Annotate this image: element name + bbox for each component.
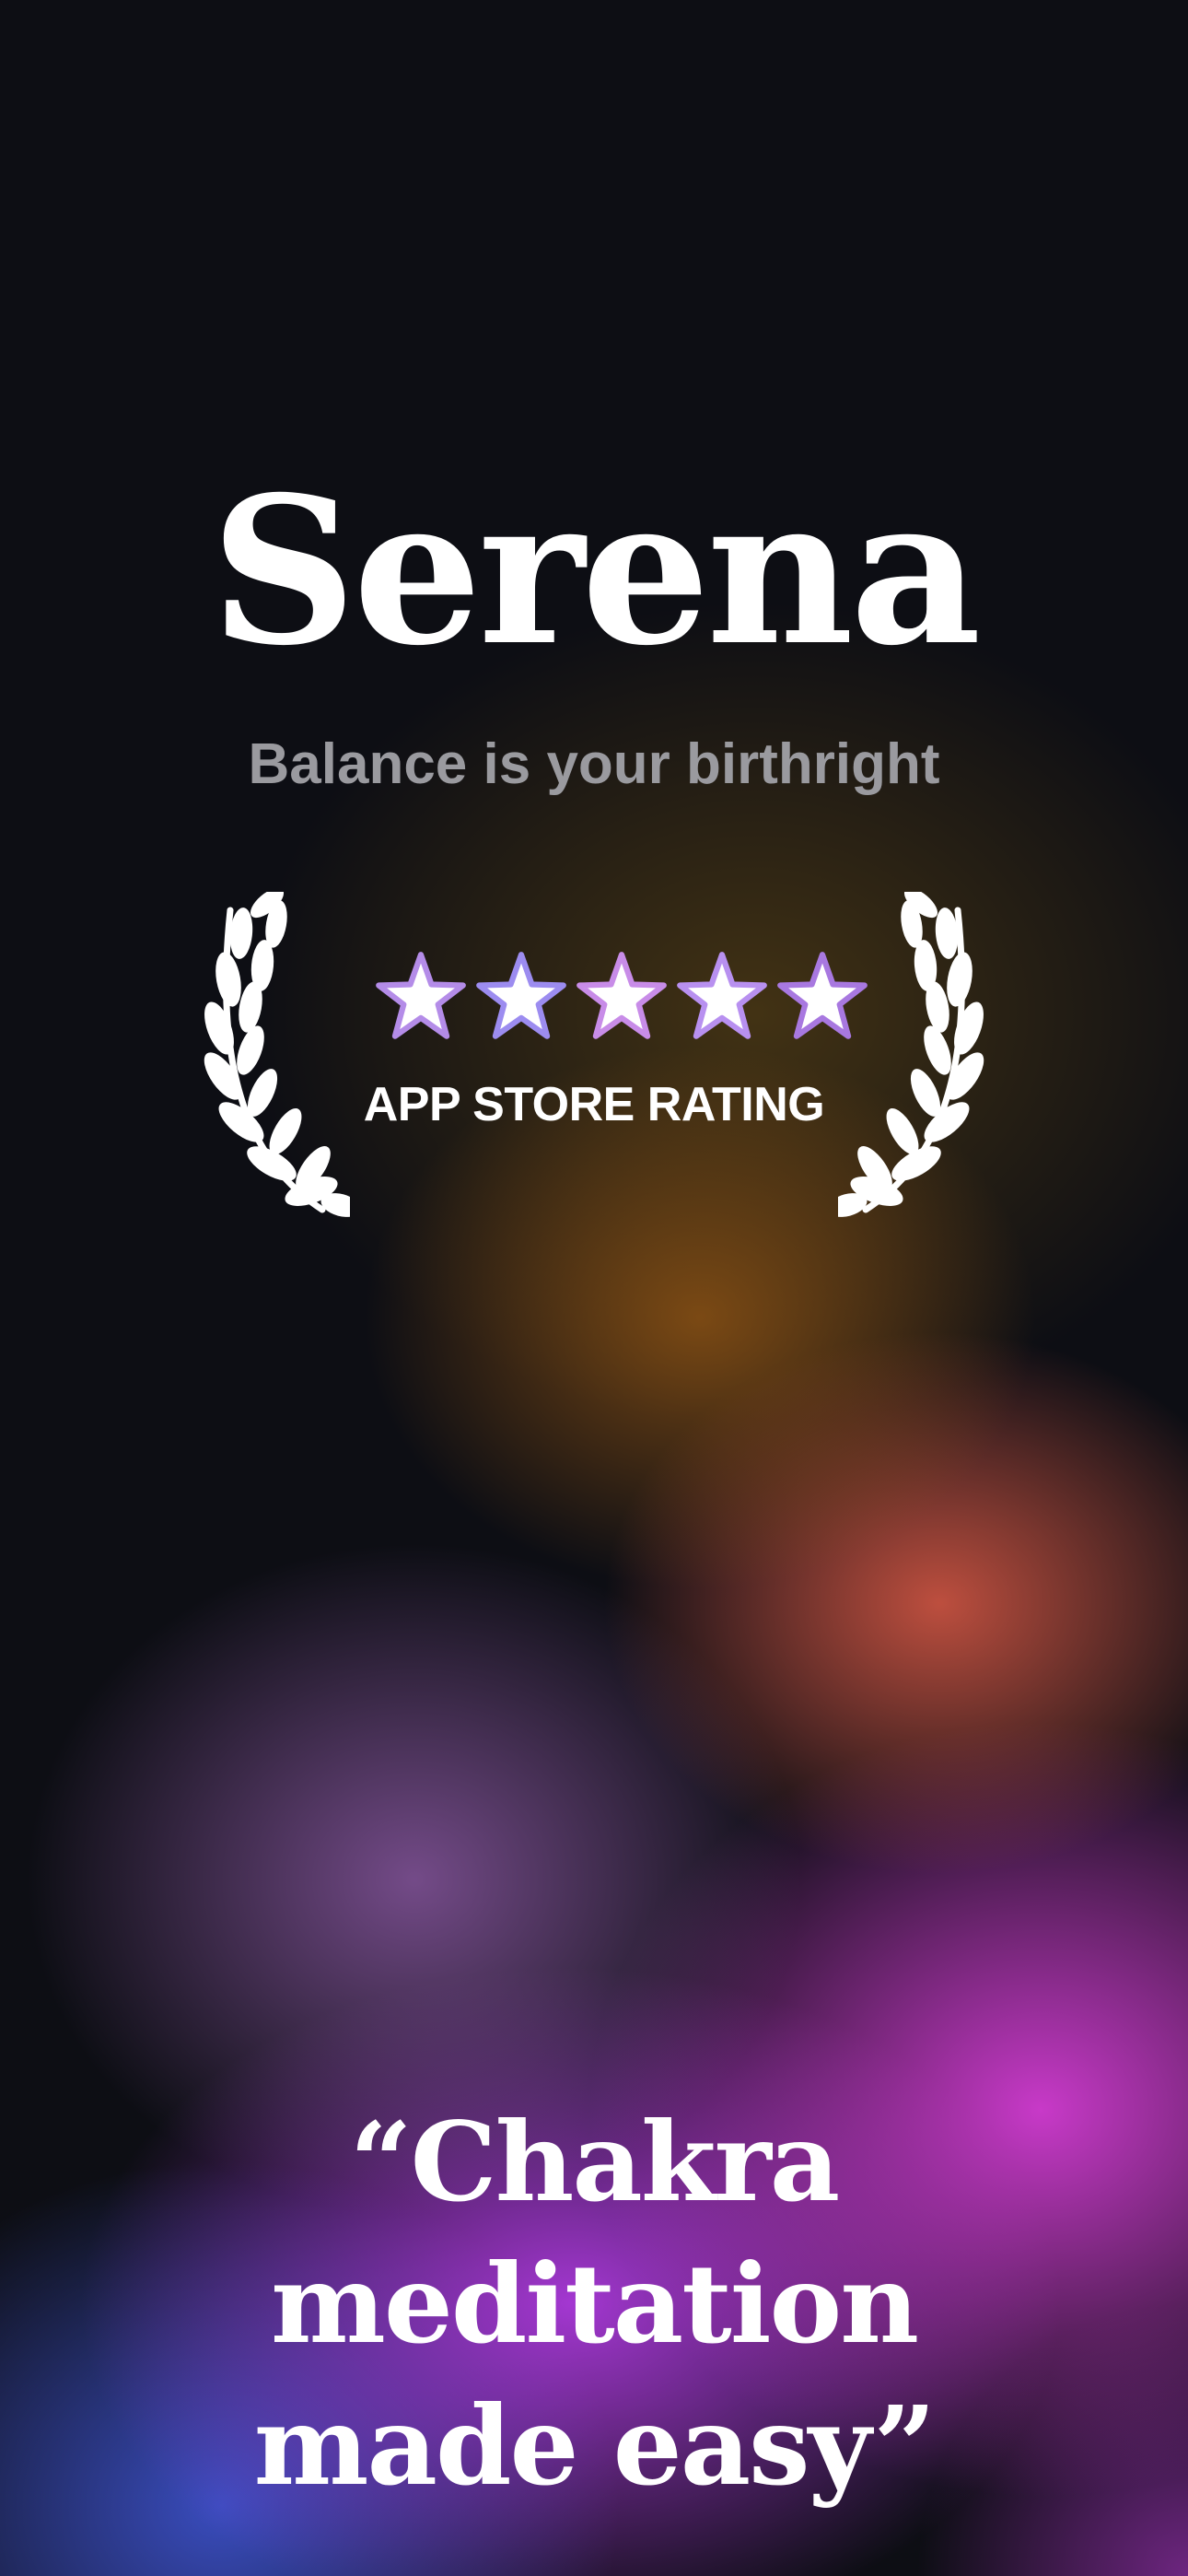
star-icon [376,952,466,1039]
app-title: Serena [210,451,981,690]
star-icon [476,952,566,1039]
star-rating [373,949,870,1050]
testimonial-quote: “Chakra meditation made easy” [37,2091,1151,2517]
rating-label: APP STORE RATING [363,1078,825,1131]
star-icon [677,952,767,1039]
laurel-left-icon [204,892,350,1217]
star-icon [577,952,667,1039]
quote-line-1: “Chakra meditation [270,2098,919,2368]
laurel-right-icon [838,892,984,1217]
quote-line-2: made easy” [253,2382,937,2510]
app-subtitle: Balance is your birthright [248,732,940,796]
